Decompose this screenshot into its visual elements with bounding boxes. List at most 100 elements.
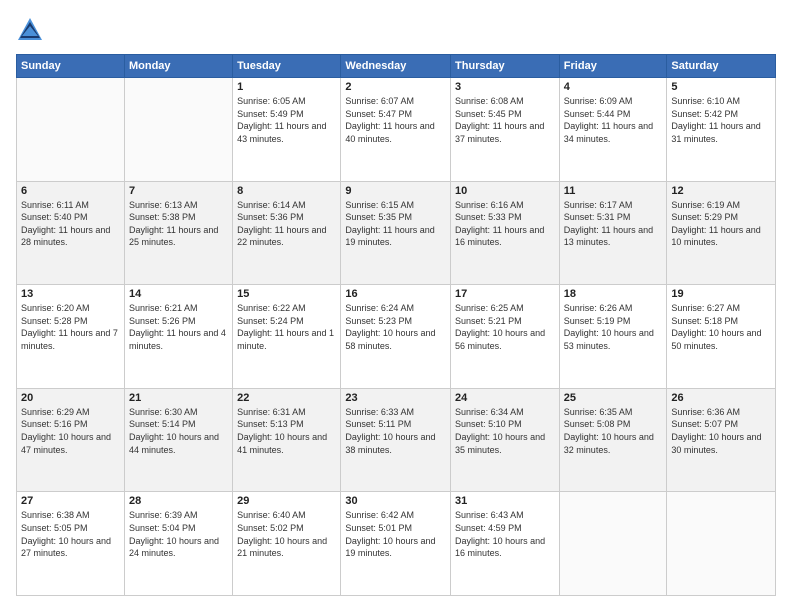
day-number: 11 [564, 185, 663, 197]
day-number: 29 [237, 495, 336, 507]
calendar-cell: 21 Sunrise: 6:30 AM Sunset: 5:14 PM Dayli… [124, 388, 232, 492]
day-info: Sunrise: 6:11 AM Sunset: 5:40 PM Dayligh… [21, 199, 120, 249]
week-row-2: 6 Sunrise: 6:11 AM Sunset: 5:40 PM Daylig… [17, 181, 776, 285]
calendar-body: 1 Sunrise: 6:05 AM Sunset: 5:49 PM Daylig… [17, 78, 776, 596]
calendar-cell: 17Sunrise: 6:25 AM Sunset: 5:21 PM Dayli… [451, 285, 560, 389]
day-info: Sunrise: 6:20 AM Sunset: 5:28 PM Dayligh… [21, 302, 120, 352]
weekday-header-sunday: Sunday [17, 55, 125, 78]
calendar-cell: 24Sunrise: 6:34 AM Sunset: 5:10 PM Dayli… [451, 388, 560, 492]
day-number: 19 [671, 288, 771, 300]
day-info: Sunrise: 6:40 AM Sunset: 5:02 PM Dayligh… [237, 509, 336, 559]
calendar-cell: 29 Sunrise: 6:40 AM Sunset: 5:02 PM Dayli… [233, 492, 341, 596]
day-info: Sunrise: 6:27 AM Sunset: 5:18 PM Dayligh… [671, 302, 771, 352]
day-number: 27 [21, 495, 120, 507]
calendar-cell: 6 Sunrise: 6:11 AM Sunset: 5:40 PM Daylig… [17, 181, 125, 285]
day-info: Sunrise: 6:29 AM Sunset: 5:16 PM Dayligh… [21, 406, 120, 456]
day-number: 12 [671, 185, 771, 197]
weekday-header-monday: Monday [124, 55, 232, 78]
calendar-cell: 10 Sunrise: 6:16 AM Sunset: 5:33 PM Dayli… [451, 181, 560, 285]
weekday-header-thursday: Thursday [451, 55, 560, 78]
calendar-cell: 15 Sunrise: 6:22 AM Sunset: 5:24 PM Dayli… [233, 285, 341, 389]
calendar-cell: 7Sunrise: 6:13 AM Sunset: 5:38 PM Daylig… [124, 181, 232, 285]
day-number: 10 [455, 185, 555, 197]
page: SundayMondayTuesdayWednesdayThursdayFrid… [0, 0, 792, 612]
calendar-cell [17, 78, 125, 182]
calendar-cell: 18 Sunrise: 6:26 AM Sunset: 5:19 PM Dayli… [559, 285, 667, 389]
calendar-cell: 5 Sunrise: 6:10 AM Sunset: 5:42 PM Daylig… [667, 78, 776, 182]
weekday-header-wednesday: Wednesday [341, 55, 451, 78]
day-info: Sunrise: 6:39 AM Sunset: 5:04 PM Dayligh… [129, 509, 228, 559]
day-number: 25 [564, 392, 663, 404]
day-number: 18 [564, 288, 663, 300]
day-number: 6 [21, 185, 120, 197]
day-number: 23 [345, 392, 446, 404]
day-info: Sunrise: 6:07 AM Sunset: 5:47 PM Dayligh… [345, 95, 446, 145]
calendar-cell [124, 78, 232, 182]
day-info: Sunrise: 6:08 AM Sunset: 5:45 PM Dayligh… [455, 95, 555, 145]
day-info: Sunrise: 6:05 AM Sunset: 5:49 PM Dayligh… [237, 95, 336, 145]
day-number: 2 [345, 81, 446, 93]
day-number: 20 [21, 392, 120, 404]
day-info: Sunrise: 6:33 AM Sunset: 5:11 PM Dayligh… [345, 406, 446, 456]
logo [16, 16, 48, 44]
calendar-cell: 23 Sunrise: 6:33 AM Sunset: 5:11 PM Dayli… [341, 388, 451, 492]
day-info: Sunrise: 6:15 AM Sunset: 5:35 PM Dayligh… [345, 199, 446, 249]
day-info: Sunrise: 6:09 AM Sunset: 5:44 PM Dayligh… [564, 95, 663, 145]
calendar-cell: 20 Sunrise: 6:29 AM Sunset: 5:16 PM Dayli… [17, 388, 125, 492]
day-info: Sunrise: 6:22 AM Sunset: 5:24 PM Dayligh… [237, 302, 336, 352]
day-info: Sunrise: 6:42 AM Sunset: 5:01 PM Dayligh… [345, 509, 446, 559]
day-info: Sunrise: 6:17 AM Sunset: 5:31 PM Dayligh… [564, 199, 663, 249]
day-info: Sunrise: 6:13 AM Sunset: 5:38 PM Dayligh… [129, 199, 228, 249]
calendar-cell: 14Sunrise: 6:21 AM Sunset: 5:26 PM Dayli… [124, 285, 232, 389]
calendar-cell: 4 Sunrise: 6:09 AM Sunset: 5:44 PM Daylig… [559, 78, 667, 182]
day-number: 21 [129, 392, 228, 404]
day-info: Sunrise: 6:19 AM Sunset: 5:29 PM Dayligh… [671, 199, 771, 249]
week-row-1: 1 Sunrise: 6:05 AM Sunset: 5:49 PM Daylig… [17, 78, 776, 182]
day-number: 5 [671, 81, 771, 93]
calendar-cell: 26Sunrise: 6:36 AM Sunset: 5:07 PM Dayli… [667, 388, 776, 492]
calendar-cell [667, 492, 776, 596]
day-info: Sunrise: 6:21 AM Sunset: 5:26 PM Dayligh… [129, 302, 228, 352]
day-number: 30 [345, 495, 446, 507]
day-number: 15 [237, 288, 336, 300]
weekday-header-saturday: Saturday [667, 55, 776, 78]
day-number: 31 [455, 495, 555, 507]
day-info: Sunrise: 6:30 AM Sunset: 5:14 PM Dayligh… [129, 406, 228, 456]
day-info: Sunrise: 6:35 AM Sunset: 5:08 PM Dayligh… [564, 406, 663, 456]
calendar-cell: 8Sunrise: 6:14 AM Sunset: 5:36 PM Daylig… [233, 181, 341, 285]
day-info: Sunrise: 6:26 AM Sunset: 5:19 PM Dayligh… [564, 302, 663, 352]
calendar-cell: 16 Sunrise: 6:24 AM Sunset: 5:23 PM Dayli… [341, 285, 451, 389]
day-number: 13 [21, 288, 120, 300]
day-info: Sunrise: 6:24 AM Sunset: 5:23 PM Dayligh… [345, 302, 446, 352]
calendar-cell: 25 Sunrise: 6:35 AM Sunset: 5:08 PM Dayli… [559, 388, 667, 492]
calendar-cell: 1 Sunrise: 6:05 AM Sunset: 5:49 PM Daylig… [233, 78, 341, 182]
day-info: Sunrise: 6:10 AM Sunset: 5:42 PM Dayligh… [671, 95, 771, 145]
day-info: Sunrise: 6:38 AM Sunset: 5:05 PM Dayligh… [21, 509, 120, 559]
header [16, 16, 776, 44]
day-number: 24 [455, 392, 555, 404]
calendar-cell: 28Sunrise: 6:39 AM Sunset: 5:04 PM Dayli… [124, 492, 232, 596]
day-number: 22 [237, 392, 336, 404]
calendar-cell: 2 Sunrise: 6:07 AM Sunset: 5:47 PM Daylig… [341, 78, 451, 182]
logo-icon [16, 16, 44, 44]
day-number: 3 [455, 81, 555, 93]
calendar-cell: 30 Sunrise: 6:42 AM Sunset: 5:01 PM Dayli… [341, 492, 451, 596]
day-number: 9 [345, 185, 446, 197]
calendar-cell: 27 Sunrise: 6:38 AM Sunset: 5:05 PM Dayli… [17, 492, 125, 596]
week-row-5: 27 Sunrise: 6:38 AM Sunset: 5:05 PM Dayli… [17, 492, 776, 596]
day-number: 1 [237, 81, 336, 93]
calendar-table: SundayMondayTuesdayWednesdayThursdayFrid… [16, 54, 776, 596]
day-info: Sunrise: 6:43 AM Sunset: 4:59 PM Dayligh… [455, 509, 555, 559]
week-row-3: 13 Sunrise: 6:20 AM Sunset: 5:28 PM Dayli… [17, 285, 776, 389]
day-number: 16 [345, 288, 446, 300]
calendar-cell [559, 492, 667, 596]
calendar-cell: 11 Sunrise: 6:17 AM Sunset: 5:31 PM Dayli… [559, 181, 667, 285]
weekday-header-row: SundayMondayTuesdayWednesdayThursdayFrid… [17, 55, 776, 78]
day-info: Sunrise: 6:36 AM Sunset: 5:07 PM Dayligh… [671, 406, 771, 456]
weekday-header-friday: Friday [559, 55, 667, 78]
day-number: 4 [564, 81, 663, 93]
day-number: 17 [455, 288, 555, 300]
day-info: Sunrise: 6:16 AM Sunset: 5:33 PM Dayligh… [455, 199, 555, 249]
calendar-cell: 19 Sunrise: 6:27 AM Sunset: 5:18 PM Dayli… [667, 285, 776, 389]
day-number: 8 [237, 185, 336, 197]
